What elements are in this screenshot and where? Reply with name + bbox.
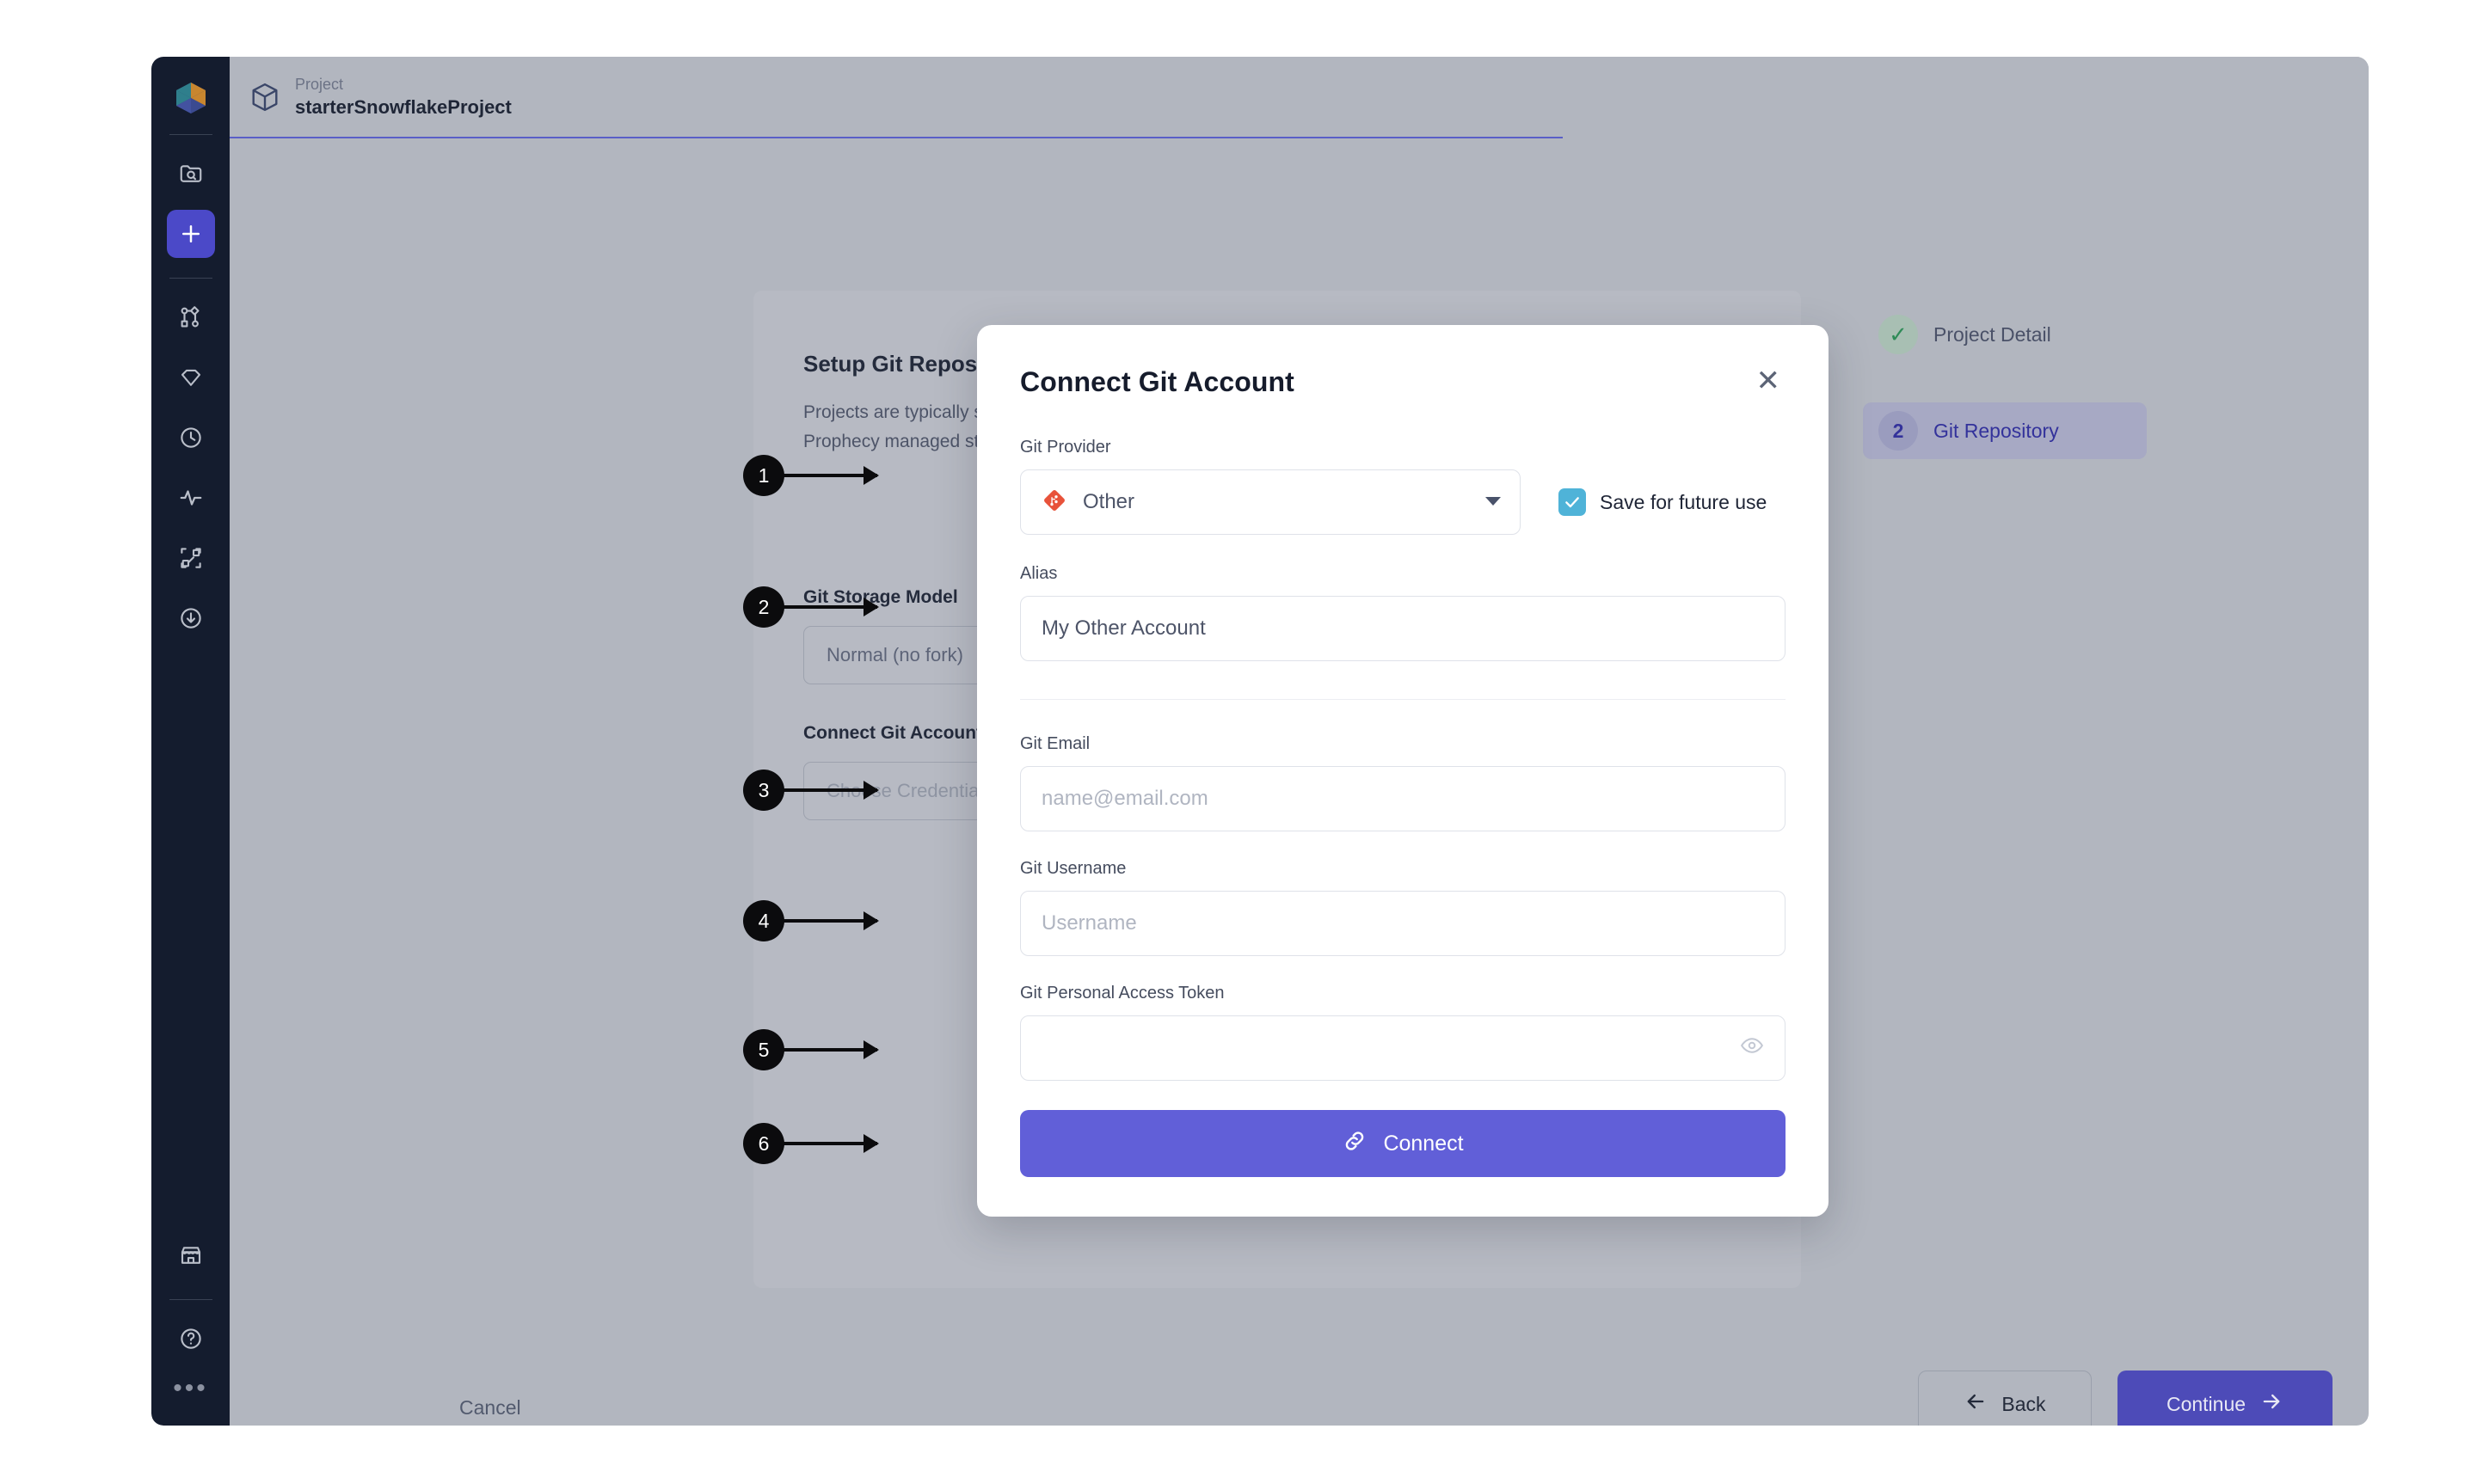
sidebar-item-downloads[interactable] (167, 594, 215, 642)
sidebar-item-monitoring[interactable] (167, 474, 215, 522)
modal-header: Connect Git Account ✕ (1020, 366, 1786, 398)
step-label: Git Repository (1933, 419, 2059, 442)
wizard-stepper: ✓ Project Detail 2 Git Repository (1863, 306, 2147, 499)
header-kicker: Project (295, 75, 344, 93)
back-button-label: Back (2001, 1392, 2046, 1415)
rail-divider-mid (169, 278, 212, 279)
sidebar-item-lineage[interactable] (167, 534, 215, 582)
annotation-arrow (781, 1142, 877, 1145)
save-for-future-use-label: Save for future use (1600, 490, 1767, 513)
git-token-group: Git Personal Access Token (1020, 984, 1786, 1081)
annotation-badge: 3 (743, 770, 784, 811)
workflow-nodes-icon (178, 304, 204, 330)
project-header: Project starterSnowflakeProject (230, 57, 2369, 137)
step-project-detail[interactable]: ✓ Project Detail (1863, 306, 2147, 363)
arrow-right-icon (2259, 1389, 2283, 1419)
annotation-arrow (781, 605, 877, 609)
sidebar-item-create[interactable] (166, 210, 215, 258)
sidebar-item-history[interactable] (167, 414, 215, 462)
step-label: Project Detail (1933, 322, 2051, 346)
git-email-group: Git Email name@email.com (1020, 734, 1786, 831)
annotation-badge: 5 (743, 1029, 784, 1070)
annotation-3: 3 (743, 770, 877, 811)
app-logo-icon[interactable] (169, 76, 213, 120)
git-email-input[interactable]: name@email.com (1020, 766, 1786, 831)
alias-input[interactable]: My Other Account (1020, 596, 1786, 661)
checkbox-box (1558, 488, 1586, 516)
rail-divider-top (169, 134, 212, 135)
annotation-badge: 4 (743, 900, 784, 941)
save-for-future-use-checkbox[interactable]: Save for future use (1558, 488, 1767, 516)
connect-git-account-modal: Connect Git Account ✕ Git Provider Other… (977, 325, 1829, 1217)
help-circle-icon (178, 1326, 204, 1352)
git-provider-group: Git Provider Other Save for future use (1020, 438, 1786, 535)
git-provider-label: Git Provider (1020, 438, 1111, 457)
git-email-label: Git Email (1020, 734, 1091, 753)
annotation-arrow (781, 788, 877, 792)
sidebar-item-models[interactable] (167, 353, 215, 402)
eye-icon[interactable] (1740, 1033, 1764, 1064)
modal-title: Connect Git Account (1020, 366, 1294, 397)
continue-button-label: Continue (2166, 1392, 2247, 1415)
git-username-input[interactable]: Username (1020, 891, 1786, 956)
annotation-1: 1 (743, 455, 877, 496)
connect-button-label: Connect (1383, 1131, 1464, 1156)
app-window: ••• Project starterSnowflakeProject Setu… (151, 57, 2369, 1426)
git-logo-icon (1042, 488, 1067, 518)
annotation-2: 2 (743, 586, 877, 628)
connected-nodes-icon (178, 545, 204, 571)
page-title: starterSnowflakeProject (295, 95, 512, 118)
chevron-down-icon (1485, 495, 1501, 510)
arrow-left-icon (1964, 1389, 1988, 1419)
annotation-badge: 2 (743, 586, 784, 628)
cube-icon (249, 81, 281, 113)
sidebar-more-button[interactable]: ••• (173, 1369, 208, 1408)
connect-button[interactable]: Connect (1020, 1110, 1786, 1177)
step-number-badge: 2 (1878, 411, 1918, 451)
git-token-label: Git Personal Access Token (1020, 984, 1225, 1003)
wizard-actions: Back Continue (1918, 1371, 2333, 1426)
sidebar-item-marketplace[interactable] (167, 1231, 215, 1279)
git-username-label: Git Username (1020, 859, 1127, 878)
annotation-6: 6 (743, 1123, 877, 1164)
git-username-group: Git Username Username (1020, 859, 1786, 956)
close-icon[interactable]: ✕ (1751, 366, 1786, 396)
annotation-4: 4 (743, 900, 877, 941)
cancel-button[interactable]: Cancel (459, 1396, 521, 1420)
git-provider-value: Other (1083, 490, 1135, 513)
step-git-repository[interactable]: 2 Git Repository (1863, 402, 2147, 459)
header-text-block: Project starterSnowflakeProject (295, 74, 512, 120)
continue-button[interactable]: Continue (2117, 1371, 2333, 1426)
back-button[interactable]: Back (1918, 1371, 2092, 1426)
git-token-input[interactable] (1020, 1015, 1786, 1081)
annotation-arrow (781, 919, 877, 923)
annotation-arrow (781, 1048, 877, 1052)
link-icon (1342, 1128, 1368, 1160)
left-sidebar: ••• (151, 57, 230, 1426)
sidebar-item-help[interactable] (167, 1315, 215, 1363)
alias-label: Alias (1020, 564, 1058, 583)
folder-search-icon (178, 161, 204, 187)
annotation-badge: 1 (743, 455, 784, 496)
connect-git-account-label: Connect Git Account (803, 723, 983, 743)
check-icon: ✓ (1878, 315, 1918, 354)
diamond-icon (178, 365, 204, 390)
provider-row: Other Save for future use (1020, 469, 1786, 535)
download-circle-icon (178, 605, 204, 631)
alias-group: Alias My Other Account (1020, 564, 1786, 661)
annotation-arrow (781, 474, 877, 477)
annotation-badge: 6 (743, 1123, 784, 1164)
modal-divider (1020, 699, 1786, 700)
activity-pulse-icon (178, 485, 204, 511)
storefront-icon (178, 1242, 204, 1268)
plus-icon (178, 221, 204, 247)
annotation-5: 5 (743, 1029, 877, 1070)
clock-icon (178, 425, 204, 451)
sidebar-item-pipelines[interactable] (167, 293, 215, 341)
rail-divider-bottom (169, 1299, 212, 1300)
git-provider-select[interactable]: Other (1020, 469, 1521, 535)
sidebar-item-folder-search[interactable] (167, 150, 215, 198)
header-active-underline (230, 137, 1563, 138)
